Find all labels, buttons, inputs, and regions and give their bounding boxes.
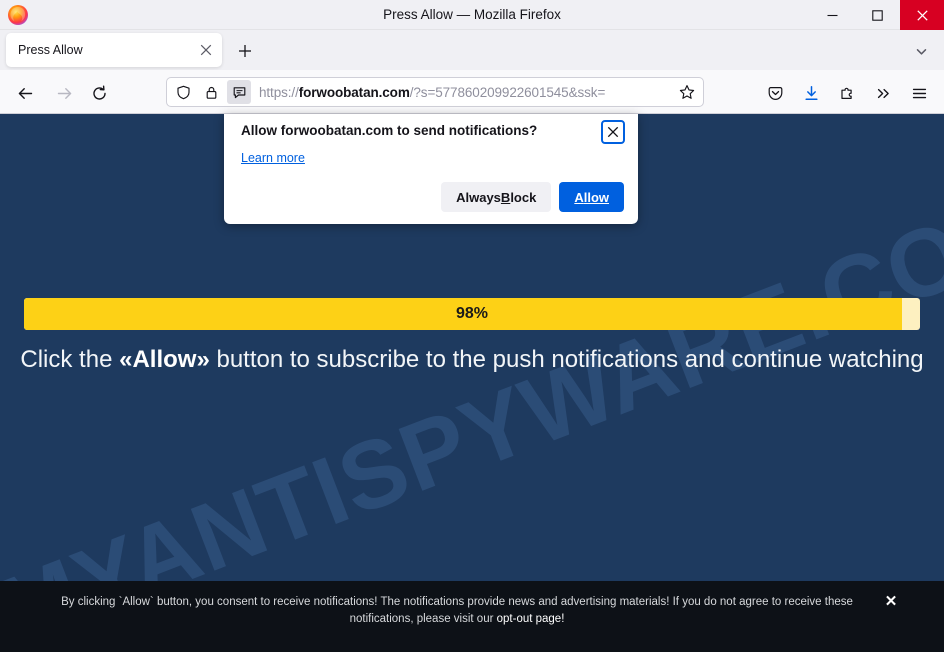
lock-icon[interactable]	[199, 80, 223, 104]
url-text[interactable]: https://forwoobatan.com/?s=5778602099226…	[259, 85, 674, 100]
always-block-accesskey: B	[501, 190, 510, 205]
minimize-button[interactable]	[810, 0, 855, 30]
title-bar: Press Allow — Mozilla Firefox	[0, 0, 944, 30]
maximize-button[interactable]	[855, 0, 900, 30]
bookmark-star-icon[interactable]	[674, 79, 700, 105]
navigation-toolbar: https://forwoobatan.com/?s=5778602099226…	[0, 70, 944, 114]
new-tab-button[interactable]	[232, 38, 258, 64]
consent-line-1: By clicking `Allow` button, you consent …	[61, 596, 853, 608]
tab-title: Press Allow	[18, 43, 194, 57]
opt-out-link[interactable]: opt-out page!	[497, 613, 565, 625]
notification-permission-dialog: Allow forwoobatan.com to send notificati…	[224, 114, 638, 224]
overflow-chevrons-icon[interactable]	[869, 79, 897, 107]
consent-banner: By clicking `Allow` button, you consent …	[0, 581, 944, 652]
learn-more-link[interactable]: Learn more	[241, 151, 305, 165]
always-block-label-suffix: lock	[510, 190, 536, 205]
always-block-button[interactable]: Always Block	[441, 182, 551, 212]
url-bar[interactable]: https://forwoobatan.com/?s=5778602099226…	[166, 77, 704, 107]
reload-icon[interactable]	[85, 79, 113, 107]
site-watermark: MYANTISPYWARE.COM	[0, 167, 944, 652]
list-all-tabs-chevron-down-icon[interactable]	[908, 38, 934, 64]
extensions-puzzle-icon[interactable]	[833, 79, 861, 107]
consent-line-2-prefix: notifications, please visit our	[350, 613, 497, 625]
notification-dialog-title: Allow forwoobatan.com to send notificati…	[241, 123, 537, 138]
hamburger-menu-icon[interactable]	[905, 79, 933, 107]
url-path: /?s=577860209922601545&ssk=	[410, 85, 605, 100]
always-block-label-prefix: Always	[456, 190, 501, 205]
headline-allow-emphasis: «Allow»	[119, 346, 210, 373]
allow-button[interactable]: Allow	[559, 182, 624, 212]
allow-accesskey: A	[574, 190, 583, 205]
progress-percent-label: 98%	[24, 298, 920, 330]
forward-arrow-icon[interactable]	[50, 79, 78, 107]
consent-banner-text: By clicking `Allow` button, you consent …	[42, 594, 872, 628]
downloads-icon[interactable]	[797, 79, 825, 107]
allow-label-suffix: llow	[584, 190, 609, 205]
pocket-icon[interactable]	[761, 79, 789, 107]
notification-dialog-buttons: Always Block Allow	[441, 182, 624, 212]
back-arrow-icon[interactable]	[11, 79, 39, 107]
window-controls	[810, 0, 944, 30]
shield-icon[interactable]	[171, 80, 195, 104]
tab-strip: Press Allow	[0, 30, 944, 70]
firefox-browser-window: Press Allow — Mozilla Firefox Press Allo…	[0, 0, 944, 652]
notification-permission-icon[interactable]	[227, 80, 251, 104]
instruction-headline: Click the «Allow» button to subscribe to…	[0, 346, 944, 374]
url-scheme: https://	[259, 85, 299, 100]
consent-banner-close-icon[interactable]: ✕	[881, 592, 901, 612]
close-button[interactable]	[900, 0, 944, 30]
headline-suffix: button to subscribe to the push notifica…	[210, 346, 924, 373]
browser-tab-press-allow[interactable]: Press Allow	[6, 33, 222, 67]
headline-prefix: Click the	[20, 346, 119, 373]
url-host: forwoobatan.com	[299, 85, 410, 100]
tab-close-icon[interactable]	[194, 38, 218, 62]
notification-dialog-close-icon[interactable]	[601, 120, 625, 144]
download-progress-bar: 98%	[24, 298, 920, 330]
window-title: Press Allow — Mozilla Firefox	[0, 0, 944, 30]
